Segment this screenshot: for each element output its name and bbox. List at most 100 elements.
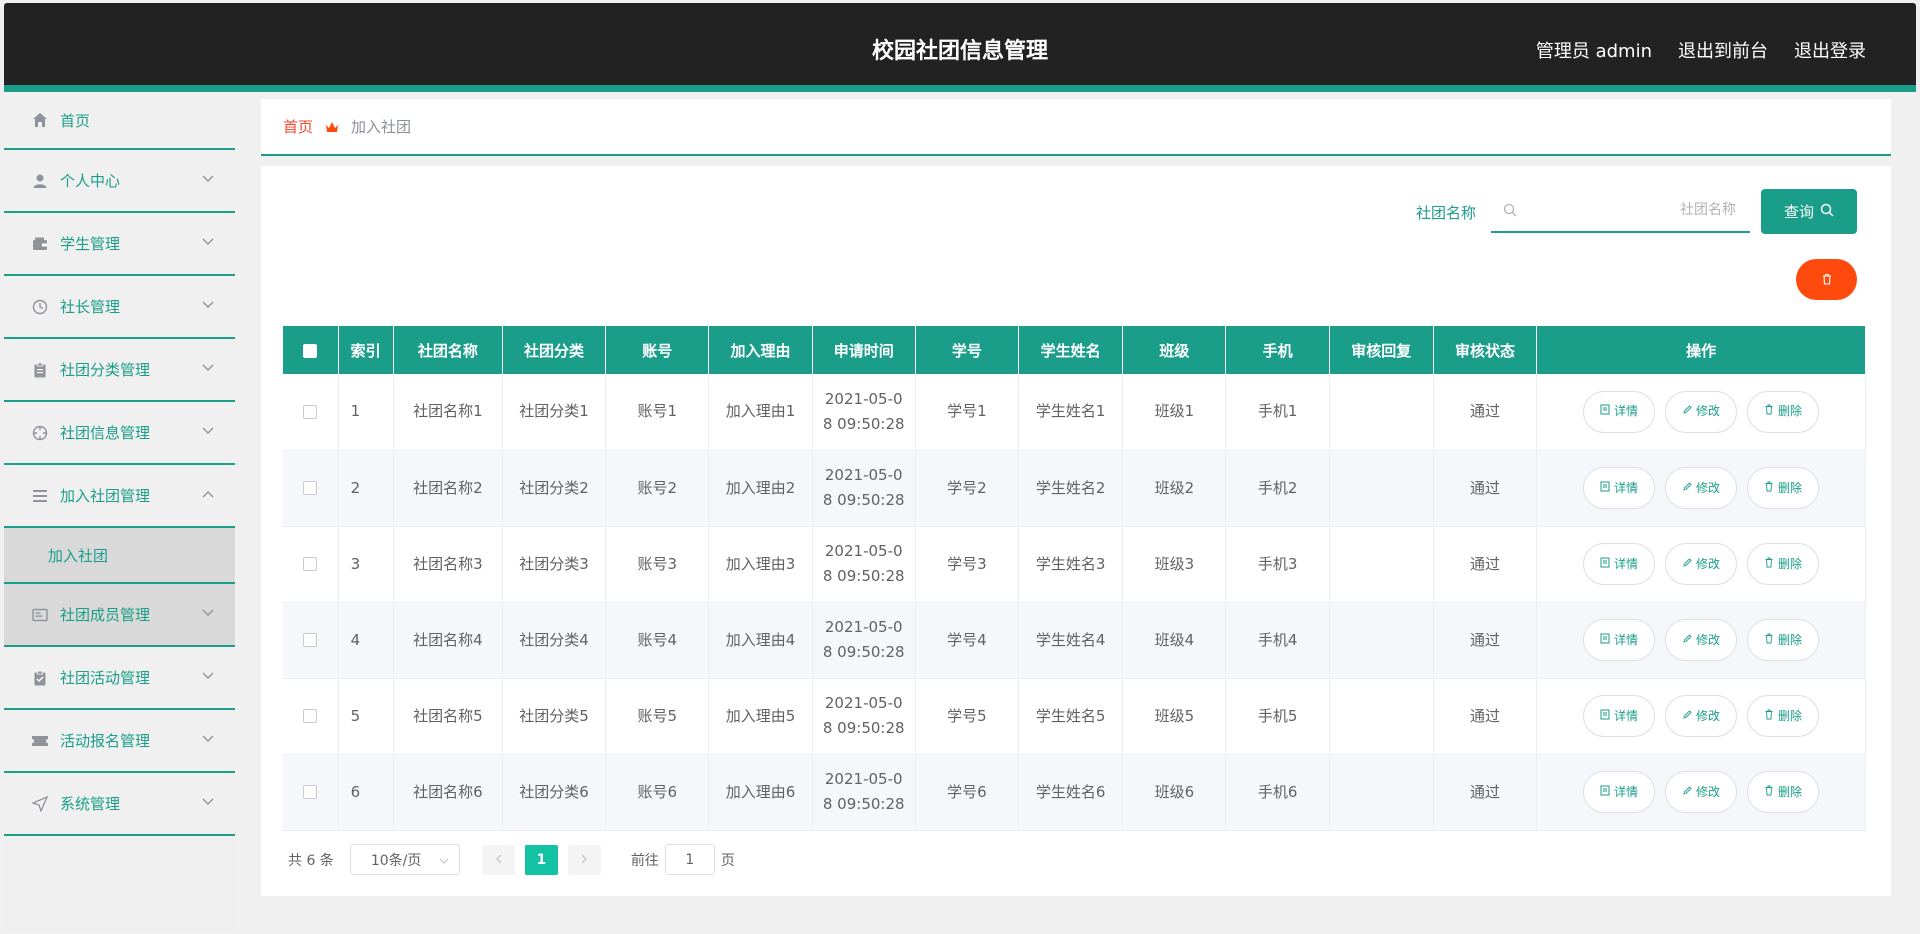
row-checkbox[interactable]: [303, 633, 318, 647]
query-button-label: 查询: [1783, 203, 1814, 221]
cell-apply-time: 2021-05-0 8 09:50:28: [812, 754, 916, 831]
search-icon: [1820, 203, 1834, 221]
delete-button[interactable]: 删除: [1747, 390, 1820, 433]
table-row: 2 社团名称2 社团分类2 账号2 加入理由2 2021-05-0 8 09:50:28 学号…: [283, 450, 1866, 527]
cell-class: 班级4: [1122, 602, 1227, 679]
cell-status: 通过: [1433, 374, 1538, 451]
detail-button[interactable]: 详情: [1583, 467, 1656, 509]
cell-reason: 加入理由3: [708, 526, 813, 603]
sidebar-item-label: 个人中心: [60, 172, 121, 190]
prev-page-button[interactable]: [481, 844, 515, 875]
sidebar-subitem-join-club[interactable]: 加入社团: [4, 528, 235, 584]
cell-reply: [1329, 602, 1434, 679]
sidebar-item-label: 首页: [60, 111, 91, 130]
cell-name: 社团名称3: [393, 526, 503, 603]
cell-reply: [1329, 374, 1434, 451]
row-checkbox[interactable]: [303, 709, 318, 723]
row-select-cell: [283, 602, 339, 679]
table-header-row: 索引 社团名称 社团分类 账号 加入理由 申请时间 学号 学生姓名 班级 手机 …: [283, 326, 1866, 374]
delete-button[interactable]: 删除: [1747, 467, 1820, 509]
goto-page-input[interactable]: [664, 844, 715, 875]
logout-link[interactable]: 退出登录: [1794, 37, 1866, 63]
query-button[interactable]: 查询: [1761, 189, 1857, 234]
delete-button-label: 删除: [1778, 632, 1803, 647]
row-select-cell: [283, 450, 339, 527]
chevron-down-icon: [201, 732, 215, 746]
delete-button[interactable]: 删除: [1747, 543, 1820, 585]
pencil-icon: [1682, 399, 1692, 424]
row-checkbox[interactable]: [303, 404, 318, 419]
chevron-down-icon: [201, 424, 215, 438]
sidebar: 首页 个人中心 学生管理 社长管理 社团分类管理 社团信息管理 加入社团管理 加…: [4, 92, 235, 930]
row-actions: 详情 修改 删除: [1537, 695, 1865, 737]
sidebar-item-club-categories[interactable]: 社团分类管理: [4, 339, 235, 402]
main-content: 社团名称 查询 索引 社团名称 社团分类 账号 加入理由 申请时间 学号 学生姓…: [261, 166, 1891, 896]
batch-delete-button[interactable]: [1796, 259, 1857, 300]
select-all-cell: [283, 326, 339, 374]
back-to-front-link[interactable]: 退出到前台: [1678, 37, 1768, 63]
edit-button[interactable]: 修改: [1665, 390, 1738, 433]
breadcrumb-home[interactable]: 首页: [283, 116, 313, 137]
table-row: 1 社团名称1 社团分类1 账号1 加入理由1 2021-05-0 8 09:50:28 学号…: [283, 374, 1866, 451]
cell-student-no: 学号3: [915, 526, 1020, 603]
sidebar-item-club-info[interactable]: 社团信息管理: [4, 402, 235, 465]
edit-button[interactable]: 修改: [1665, 771, 1738, 813]
edit-button[interactable]: 修改: [1665, 619, 1738, 661]
edit-button[interactable]: 修改: [1665, 695, 1738, 737]
search-label: 社团名称: [1416, 204, 1477, 222]
cell-status: 通过: [1433, 678, 1538, 755]
row-actions-cell: 详情 修改 删除: [1536, 602, 1866, 679]
cell-phone: 手机5: [1225, 678, 1330, 755]
search-input[interactable]: [1491, 188, 1750, 231]
detail-button[interactable]: 详情: [1583, 695, 1656, 737]
page-size-select[interactable]: 10条/页: [349, 844, 460, 875]
cell-student-no: 学号1: [915, 374, 1020, 451]
cell-account: 账号2: [605, 450, 710, 527]
cell-category: 社团分类4: [502, 602, 607, 679]
sidebar-item-club-members[interactable]: 社团成员管理: [4, 584, 235, 647]
cell-student-name: 学生姓名5: [1018, 678, 1124, 755]
delete-button[interactable]: 删除: [1747, 695, 1820, 737]
join-club-table: 索引 社团名称 社团分类 账号 加入理由 申请时间 学号 学生姓名 班级 手机 …: [283, 326, 1866, 831]
cell-name: 社团名称4: [393, 602, 503, 679]
row-actions: 详情 修改 删除: [1537, 390, 1865, 433]
sidebar-item-activity-signup[interactable]: 活动报名管理: [4, 710, 235, 773]
row-checkbox[interactable]: [303, 785, 318, 799]
delete-button-label: 删除: [1778, 404, 1803, 419]
sidebar-item-home[interactable]: 首页: [4, 92, 235, 150]
sidebar-item-system[interactable]: 系统管理: [4, 773, 235, 836]
row-actions-cell: 详情 修改 删除: [1536, 754, 1866, 831]
user-icon: [30, 171, 50, 191]
detail-button[interactable]: 详情: [1583, 543, 1656, 585]
next-page-button[interactable]: [567, 844, 601, 875]
page-number-current[interactable]: 1: [524, 844, 558, 875]
ticket-icon: [30, 731, 50, 751]
cell-student-no: 学号2: [915, 450, 1020, 527]
cell-category: 社团分类1: [502, 374, 607, 451]
row-actions-cell: 详情 修改 删除: [1536, 450, 1866, 527]
delete-button[interactable]: 删除: [1747, 771, 1820, 813]
header-actions: 管理员 admin 退出到前台 退出登录: [1536, 37, 1866, 63]
row-checkbox[interactable]: [303, 481, 318, 495]
chevron-down-icon: [201, 172, 215, 186]
cell-apply-time: 2021-05-0 8 09:50:28: [812, 602, 916, 679]
detail-button[interactable]: 详情: [1583, 771, 1656, 813]
column-header: 手机: [1225, 326, 1330, 374]
edit-button-label: 修改: [1696, 480, 1721, 495]
sidebar-item-profile[interactable]: 个人中心: [4, 150, 235, 213]
pencil-icon: [1682, 704, 1692, 729]
sidebar-item-students[interactable]: 学生管理: [4, 213, 235, 276]
detail-button[interactable]: 详情: [1583, 619, 1656, 661]
sidebar-item-presidents[interactable]: 社长管理: [4, 276, 235, 339]
cell-student-name: 学生姓名4: [1018, 602, 1124, 679]
select-all-checkbox[interactable]: [303, 343, 318, 358]
trash-icon: [1764, 628, 1774, 653]
sidebar-item-club-activities[interactable]: 社团活动管理: [4, 647, 235, 710]
detail-button[interactable]: 详情: [1583, 390, 1656, 433]
edit-button[interactable]: 修改: [1665, 467, 1738, 509]
cell-reply: [1329, 526, 1434, 603]
sidebar-item-join-club-mgmt[interactable]: 加入社团管理: [4, 465, 235, 528]
delete-button[interactable]: 删除: [1747, 619, 1820, 661]
row-checkbox[interactable]: [303, 557, 318, 571]
edit-button[interactable]: 修改: [1665, 543, 1738, 585]
